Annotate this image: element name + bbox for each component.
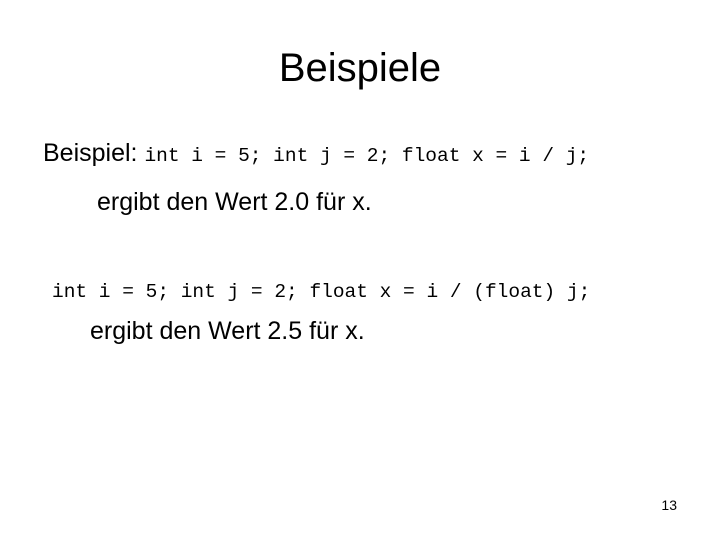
example1-code: int i = 5; int j = 2; float x = i / j; — [144, 145, 590, 167]
example1-line: Beispiel: int i = 5; int j = 2; float x … — [43, 137, 589, 173]
example1-label: Beispiel: — [43, 139, 145, 167]
example2-code: int i = 5; int j = 2; float x = i / (flo… — [52, 281, 591, 303]
example2-result: ergibt den Wert 2.5 für x. — [90, 317, 365, 345]
example1-result: ergibt den Wert 2.0 für x. — [97, 188, 372, 216]
slide-title: Beispiele — [278, 46, 442, 90]
page-number: 13 — [661, 497, 677, 513]
